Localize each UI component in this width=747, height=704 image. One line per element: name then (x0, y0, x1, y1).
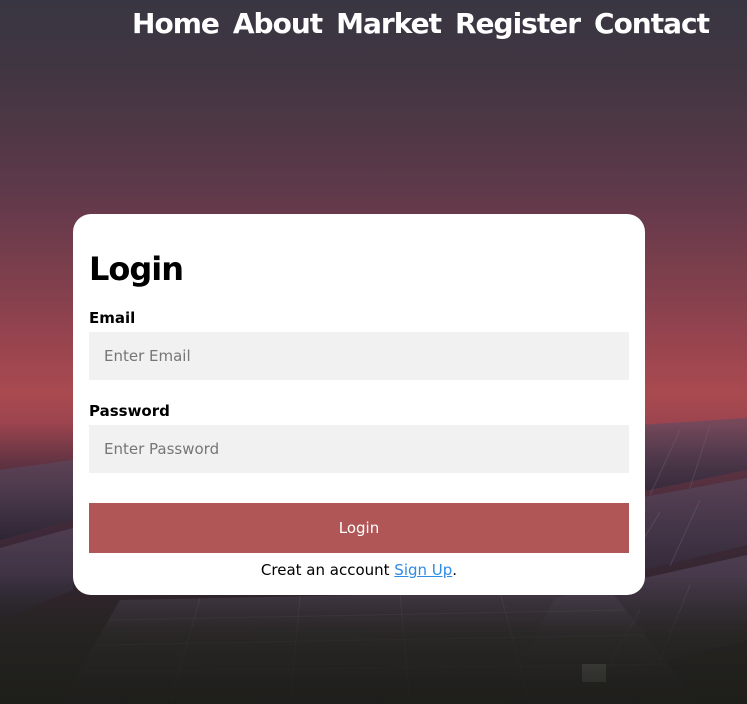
signup-link[interactable]: Sign Up (394, 561, 452, 579)
signup-prefix-text: Creat an account (260, 561, 390, 579)
login-title: Login (89, 250, 184, 288)
login-card: Login Email Password Login Creat an acco… (73, 214, 645, 595)
signup-prompt: Creat an account Sign Up. (73, 560, 645, 580)
nav-contact-link[interactable]: Contact (594, 4, 710, 44)
email-label: Email (89, 309, 136, 327)
nav-about-link[interactable]: About (233, 4, 323, 44)
email-input[interactable] (89, 332, 629, 380)
signup-suffix-text: . (452, 561, 458, 579)
password-input[interactable] (89, 425, 629, 473)
nav-register-link[interactable]: Register (455, 4, 581, 44)
nav-home-link[interactable]: Home (132, 4, 220, 44)
login-button[interactable]: Login (89, 503, 629, 553)
nav-market-link[interactable]: Market (336, 4, 442, 44)
top-navigation: Home About Market Register Contact (132, 4, 710, 44)
password-label: Password (89, 402, 170, 420)
